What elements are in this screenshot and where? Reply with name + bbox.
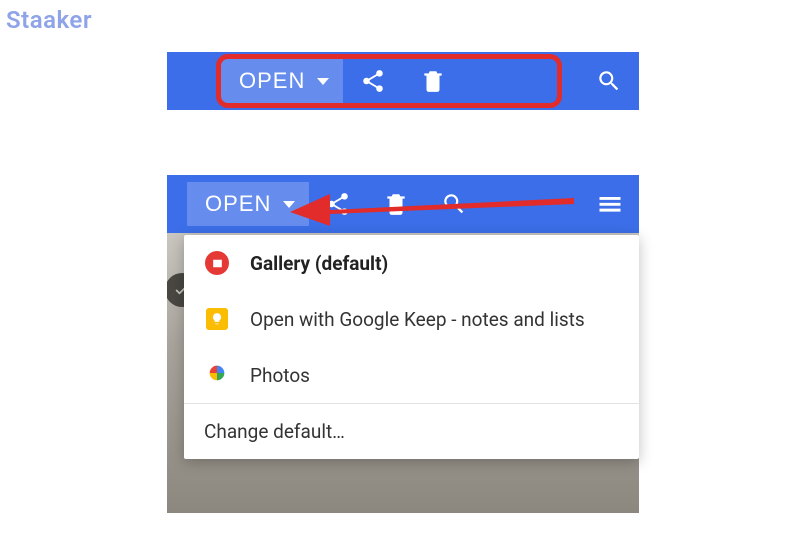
app-toolbar-top: OPEN [167, 52, 639, 110]
hamburger-menu-icon[interactable] [581, 175, 639, 233]
photos-app-icon [204, 362, 230, 388]
trash-icon[interactable] [403, 52, 463, 110]
share-icon[interactable] [343, 52, 403, 110]
gallery-app-icon [204, 250, 230, 276]
open-with-option-gallery[interactable]: Gallery (default) [184, 235, 639, 291]
watermark-text: Staaker [6, 6, 92, 34]
open-with-label: OPEN [205, 191, 271, 217]
caret-down-icon [283, 201, 295, 208]
share-icon[interactable] [309, 175, 367, 233]
open-with-dropdown: Gallery (default) Open with Google Keep … [184, 235, 639, 459]
option-label: Gallery (default) [250, 252, 388, 275]
open-with-label: OPEN [239, 68, 305, 94]
option-label: Photos [250, 364, 310, 387]
search-icon[interactable] [579, 52, 639, 110]
open-with-button[interactable]: OPEN [187, 182, 309, 226]
open-with-option-keep[interactable]: Open with Google Keep - notes and lists [184, 291, 639, 347]
search-icon[interactable] [425, 175, 483, 233]
open-with-option-photos[interactable]: Photos [184, 347, 639, 403]
open-with-button[interactable]: OPEN [221, 59, 343, 103]
app-toolbar-main: OPEN [167, 175, 639, 233]
option-label: Open with Google Keep - notes and lists [250, 308, 585, 331]
keep-app-icon [204, 306, 230, 332]
caret-down-icon [317, 78, 329, 85]
change-default-link[interactable]: Change default… [184, 404, 639, 459]
trash-icon[interactable] [367, 175, 425, 233]
